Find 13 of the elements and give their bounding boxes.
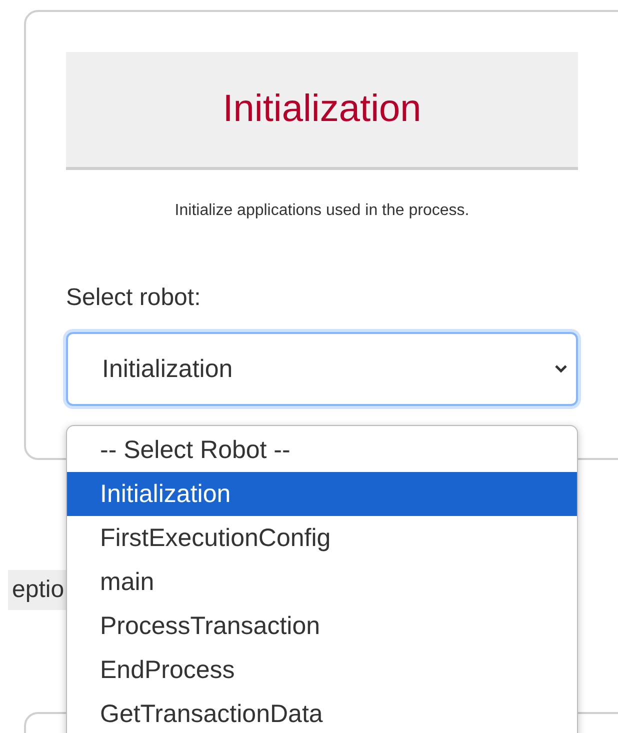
select-label: Select robot: xyxy=(66,284,202,312)
dropdown-option[interactable]: -- Select Robot -- xyxy=(67,428,577,472)
dropdown-option[interactable]: FirstExecutionConfig xyxy=(67,516,577,560)
dropdown-option[interactable]: GetTransactionData xyxy=(67,692,577,733)
partial-label: eptio xyxy=(8,570,68,610)
card-description: Initialize applications used in the process. xyxy=(174,202,470,220)
dropdown-option[interactable]: ProcessTransaction xyxy=(67,604,577,648)
chevron-icon xyxy=(554,364,568,374)
robot-select[interactable]: Initialization xyxy=(66,332,578,406)
dropdown-option[interactable]: EndProcess xyxy=(67,648,577,692)
card-title: Initialization xyxy=(222,88,422,131)
dropdown-option[interactable]: Initialization xyxy=(67,472,577,516)
dropdown-option[interactable]: main xyxy=(67,560,577,604)
